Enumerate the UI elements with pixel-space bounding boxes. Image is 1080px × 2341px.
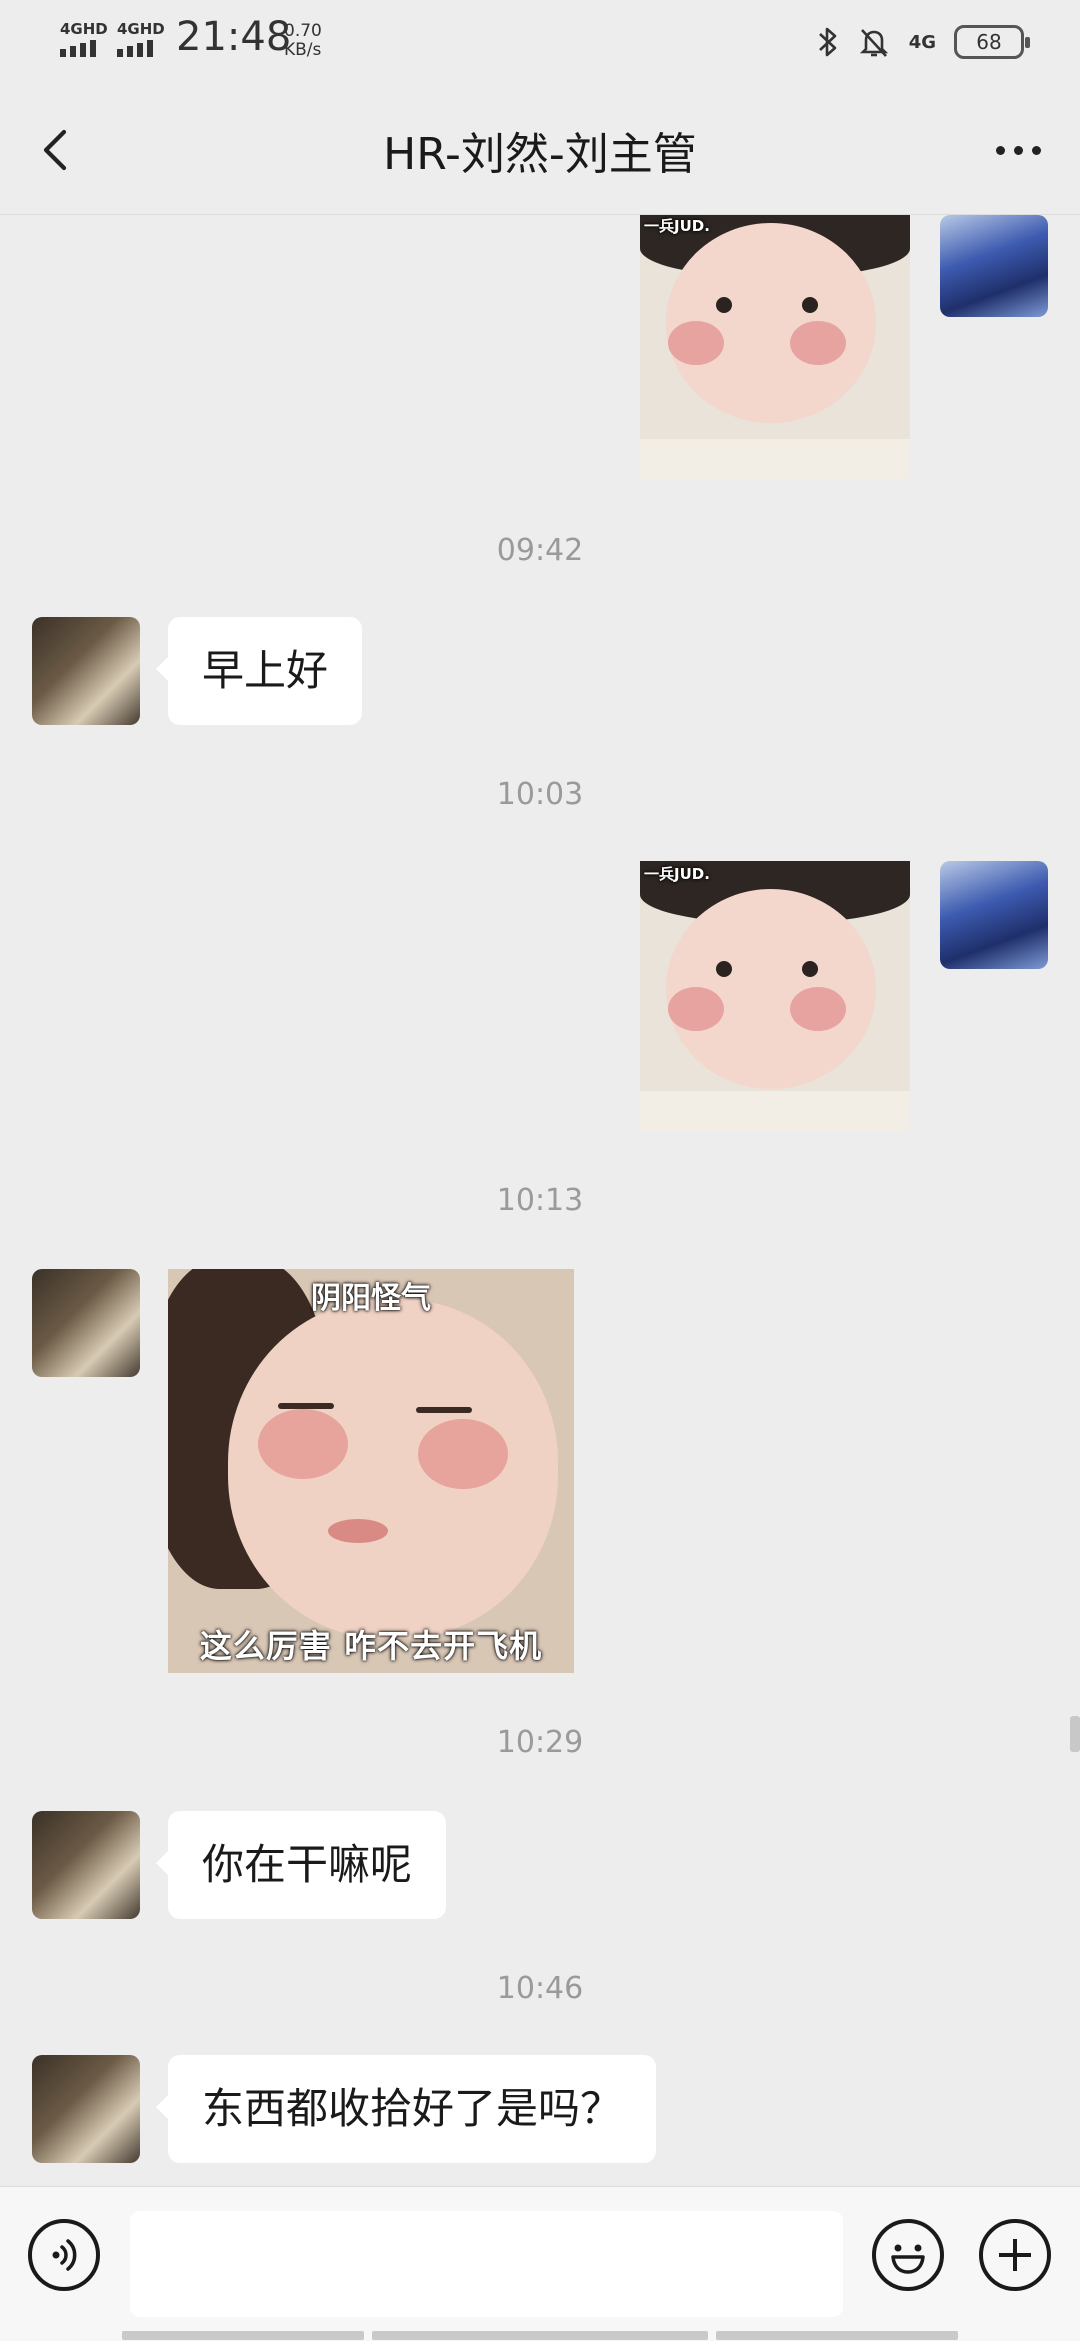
chat-header: HR-刘然-刘主管 [0,84,1080,215]
network-type: 4G [908,31,936,53]
voice-icon [52,2239,77,2271]
message-bubble[interactable]: 你在干嘛呢 [155,1811,447,1919]
status-time: 21:48 [176,14,292,60]
more-button[interactable] [982,114,1054,186]
more-dot [1013,145,1023,155]
signal-bars-icon [60,40,108,57]
keyboard-hint-bar [122,2331,364,2340]
message-bubble[interactable]: 东西都收拾好了是吗？ [155,2055,657,2163]
avatar[interactable] [32,2055,140,2163]
signal-indicator-2: 4GHD [117,22,165,57]
battery-icon: 68 [954,25,1030,59]
avatar[interactable] [32,1811,140,1919]
plus-button[interactable] [979,2219,1051,2291]
sticker-message[interactable]: 一兵JUD. [640,861,910,1131]
sticker-watermark: 一兵JUD. [644,865,710,883]
keyboard-hint-bar [716,2331,958,2340]
bluetooth-icon [818,27,836,57]
signal-indicator-1: 4GHD [60,22,108,57]
signal-bars-icon [117,40,165,57]
avatar[interactable] [32,1269,140,1377]
voice-button[interactable] [28,2219,100,2291]
signal-label-1: 4GHD [60,20,108,38]
timestamp: 09:42 [496,533,584,568]
more-dot [1031,145,1041,155]
net-speed: 0.70 KB/s [284,22,322,60]
sticker-watermark: 一兵JUD. [644,217,710,235]
mute-bell-icon [859,29,888,57]
status-icons: 4G 68 [817,22,1030,62]
scrollbar-thumb[interactable] [1070,1716,1080,1752]
timestamp: 10:29 [496,1725,584,1760]
emoji-icon [891,2244,925,2274]
chat-title: HR-刘然-刘主管 [383,129,697,180]
timestamp: 10:13 [496,1183,584,1218]
net-speed-value: 0.70 [284,21,322,41]
timestamp: 10:03 [496,777,584,812]
signal-label-2: 4GHD [117,20,165,38]
timestamp: 10:46 [496,1971,584,2006]
avatar[interactable] [940,861,1048,969]
net-speed-unit: KB/s [284,40,322,60]
emoji-button[interactable] [872,2219,944,2291]
message-list[interactable]: 一兵JUD. 09:42 早上好 10:03 一兵JUD. 10:13 阴阳怪气… [0,215,1080,2185]
more-dot [995,145,1005,155]
keyboard-hint-bar [372,2331,708,2340]
message-bubble[interactable]: 早上好 [155,617,363,725]
message-input[interactable] [130,2211,843,2317]
avatar[interactable] [940,215,1048,317]
sticker-bottom-caption: 这么厉害 咋不去开飞机 [199,1627,543,1665]
sticker-top-caption: 阴阳怪气 [311,1281,431,1316]
status-bar: 4GHD 4GHD 21:48 0.70 KB/s 4G 68 [0,0,1080,84]
avatar[interactable] [32,617,140,725]
battery-level: 68 [976,30,1002,54]
sticker-message[interactable]: 一兵JUD. [640,215,910,479]
input-bar [0,2186,1080,2341]
sticker-message[interactable]: 阴阳怪气 这么厉害 咋不去开飞机 [168,1269,574,1673]
